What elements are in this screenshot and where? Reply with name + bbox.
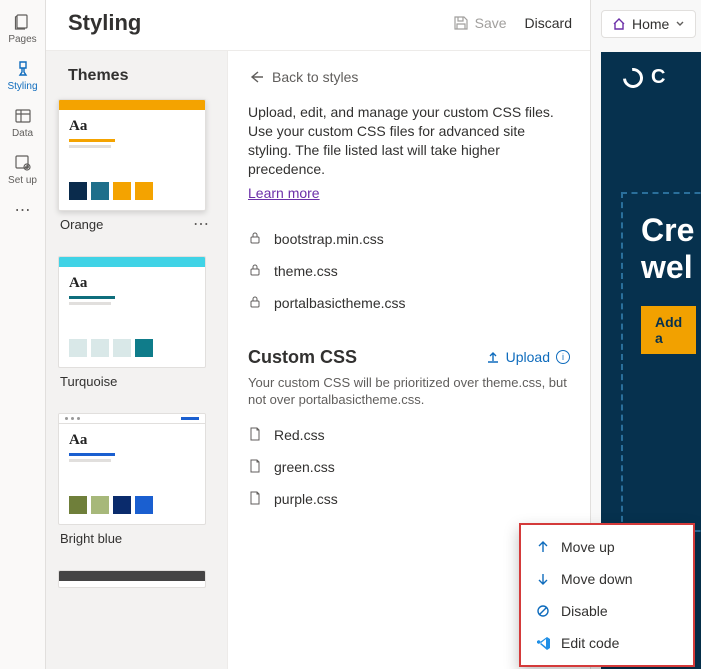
file-row[interactable]: bootstrap.min.css — [248, 223, 570, 255]
theme-more-button[interactable]: ⋯ — [189, 219, 213, 231]
hero-selection[interactable]: Cre wel Add a — [621, 192, 701, 532]
setup-icon — [13, 153, 33, 173]
nav-setup-label: Set up — [8, 175, 37, 186]
discard-button[interactable]: Discard — [525, 15, 572, 31]
ctx-move-up[interactable]: Move up — [521, 531, 693, 563]
save-button: Save — [453, 15, 507, 31]
ctx-label: Edit code — [561, 635, 619, 651]
page-title: Styling — [68, 10, 141, 36]
left-nav-rail: Pages Styling Data Set up ⋯ — [0, 0, 46, 669]
nav-data-label: Data — [12, 128, 33, 139]
ctx-edit-code[interactable]: Edit code — [521, 627, 693, 659]
nav-styling[interactable]: Styling — [1, 53, 45, 100]
styles-description: Upload, edit, and manage your custom CSS… — [248, 103, 570, 179]
file-row[interactable]: portalbasictheme.css — [248, 287, 570, 319]
home-icon — [612, 17, 626, 31]
ctx-label: Move down — [561, 571, 633, 587]
theme-aa: Aa — [69, 275, 195, 292]
nav-setup[interactable]: Set up — [1, 147, 45, 194]
file-icon — [248, 491, 264, 507]
site-logo-icon — [619, 63, 647, 91]
ellipsis-icon: ⋯ — [13, 200, 33, 220]
nav-more[interactable]: ⋯ — [1, 194, 45, 228]
back-label: Back to styles — [272, 69, 358, 85]
vscode-icon — [535, 635, 551, 651]
builtin-file-list: bootstrap.min.css theme.css portalbasict… — [248, 223, 570, 319]
file-name: bootstrap.min.css — [274, 231, 384, 247]
file-row[interactable]: theme.css — [248, 255, 570, 287]
home-label: Home — [632, 16, 669, 32]
file-icon — [248, 459, 264, 475]
chevron-down-icon — [675, 19, 685, 29]
file-row[interactable]: purple.css — [248, 483, 570, 515]
themes-heading: Themes — [46, 51, 227, 99]
theme-item-next[interactable] — [46, 570, 227, 588]
context-menu: Move up Move down Disable Edit code — [519, 523, 695, 667]
themes-column: Themes Aa Orange ⋯ — [46, 51, 228, 669]
theme-item-orange[interactable]: Aa Orange ⋯ — [46, 99, 227, 256]
back-to-styles[interactable]: Back to styles — [248, 69, 570, 85]
discard-label: Discard — [525, 15, 572, 31]
file-row[interactable]: green.css — [248, 451, 570, 483]
site-title: C — [651, 66, 665, 89]
ctx-label: Disable — [561, 603, 608, 619]
nav-data[interactable]: Data — [1, 100, 45, 147]
file-row[interactable]: Red.css — [248, 419, 570, 451]
panel-header: Styling Save Discard — [46, 0, 590, 51]
save-icon — [453, 15, 469, 31]
theme-aa: Aa — [69, 432, 195, 449]
disable-icon — [535, 603, 551, 619]
theme-aa: Aa — [69, 118, 195, 135]
custom-css-heading: Custom CSS — [248, 347, 357, 368]
custom-css-desc: Your custom CSS will be prioritized over… — [248, 374, 570, 409]
nav-styling-label: Styling — [7, 81, 37, 92]
ctx-label: Move up — [561, 539, 615, 555]
theme-item-turquoise[interactable]: Aa Turquoise — [46, 256, 227, 413]
arrow-left-icon — [248, 69, 264, 85]
theme-name: Bright blue — [60, 531, 122, 546]
theme-name: Orange — [60, 217, 103, 232]
ctx-disable[interactable]: Disable — [521, 595, 693, 627]
arrow-up-icon — [535, 539, 551, 555]
ctx-move-down[interactable]: Move down — [521, 563, 693, 595]
data-icon — [13, 106, 33, 126]
brush-icon — [13, 59, 33, 79]
pages-icon — [13, 12, 33, 32]
home-breadcrumb[interactable]: Home — [601, 10, 696, 38]
file-name: theme.css — [274, 263, 338, 279]
file-name: green.css — [274, 459, 335, 475]
hero-cta-button[interactable]: Add a — [641, 306, 696, 354]
upload-icon — [486, 350, 500, 364]
theme-item-brightblue[interactable]: Aa Bright blue — [46, 413, 227, 570]
learn-more-link[interactable]: Learn more — [248, 185, 320, 201]
arrow-down-icon — [535, 571, 551, 587]
save-label: Save — [475, 15, 507, 31]
lock-icon — [248, 231, 264, 247]
upload-label: Upload — [506, 349, 550, 365]
nav-pages-label: Pages — [8, 34, 36, 45]
file-name: purple.css — [274, 491, 338, 507]
theme-name: Turquoise — [60, 374, 117, 389]
file-name: portalbasictheme.css — [274, 295, 406, 311]
main-panel: Styling Save Discard Themes — [46, 0, 591, 669]
upload-button[interactable]: Upload i — [486, 349, 570, 365]
info-icon[interactable]: i — [556, 350, 570, 364]
lock-icon — [248, 295, 264, 311]
file-name: Red.css — [274, 427, 325, 443]
nav-pages[interactable]: Pages — [1, 6, 45, 53]
custom-file-list: Red.css green.css purple.css — [248, 419, 570, 515]
lock-icon — [248, 263, 264, 279]
file-icon — [248, 427, 264, 443]
